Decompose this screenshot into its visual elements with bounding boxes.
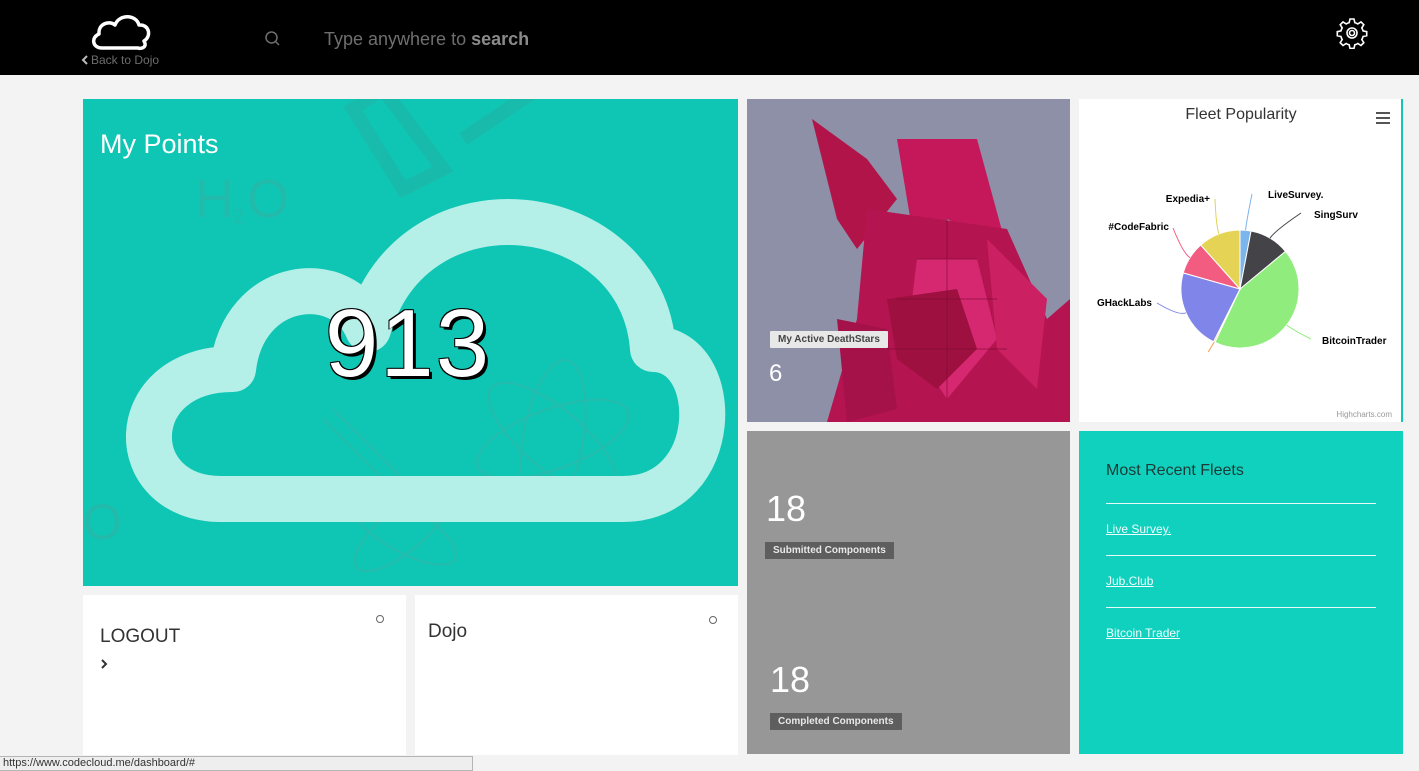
recent-fleets-title: Most Recent Fleets — [1106, 462, 1244, 479]
pie-label: BitcoinTrader — [1322, 336, 1387, 347]
pie-connector — [1207, 341, 1215, 353]
origami-robot-illustration — [812, 119, 1070, 422]
points-value: 913 — [324, 290, 492, 397]
pie-connector — [1172, 227, 1191, 259]
deathstars-count: 6 — [769, 360, 783, 387]
submitted-components-label: Submitted Components — [765, 542, 894, 559]
svg-text:2: 2 — [233, 206, 244, 228]
pie-label: #CodeFabric — [1108, 222, 1169, 233]
chevron-right-icon — [101, 659, 108, 669]
pie-chart: LiveSurvey. SingSurv BitcoinTrader GHackLab… — [1097, 190, 1387, 353]
back-link-label: Back to Dojo — [91, 53, 160, 67]
chart-menu-icon[interactable] — [1376, 112, 1390, 124]
chart-title: Fleet Popularity — [1185, 106, 1297, 123]
chart-credit[interactable]: Highcharts.com — [1336, 410, 1392, 419]
fleet-link[interactable]: Jub.Club — [1106, 574, 1153, 588]
pie-connector — [1156, 302, 1187, 314]
back-to-dojo-link[interactable]: Back to Dojo — [81, 53, 159, 67]
submitted-components-count: 18 — [766, 488, 807, 529]
cloud-logo-icon[interactable] — [88, 12, 154, 52]
fleet-link[interactable]: Bitcoin Trader — [1106, 626, 1180, 640]
top-navigation-bar: Back to Dojo Type anywhere to search — [0, 0, 1419, 75]
pie-label: SingSurv — [1314, 210, 1358, 221]
divider — [1106, 607, 1376, 608]
completed-components-count: 18 — [770, 659, 811, 700]
logout-tile[interactable]: LOGOUT — [83, 595, 406, 755]
completed-components-label: Completed Components — [770, 713, 902, 730]
divider — [1106, 555, 1376, 556]
svg-text:H: H — [195, 169, 234, 229]
pie-label: GHackLabs — [1097, 298, 1152, 309]
pie-connector — [1214, 198, 1220, 235]
pie-connector — [1269, 212, 1302, 239]
pie-label: Expedia+ — [1166, 194, 1210, 205]
deathstars-label: My Active DeathStars — [770, 331, 888, 348]
svg-text:O: O — [83, 494, 122, 550]
divider — [1106, 503, 1376, 504]
pie-label: LiveSurvey. — [1268, 190, 1324, 201]
active-deathstars-tile[interactable]: My Active DeathStars 6 — [747, 99, 1070, 422]
dojo-tile[interactable]: Dojo — [415, 595, 738, 755]
components-tile[interactable]: 18 Submitted Components 18 Completed Com… — [747, 431, 1070, 754]
fleet-popularity-chart: LiveSurvey. SingSurv BitcoinTrader GHackLab… — [1079, 99, 1403, 422]
search-icon — [265, 30, 280, 46]
chevron-left-icon — [81, 55, 88, 65]
logout-label: LOGOUT — [100, 626, 181, 647]
my-points-title: My Points — [100, 129, 219, 159]
fleet-link[interactable]: Live Survey. — [1106, 522, 1171, 536]
my-points-tile[interactable]: H 2 O O My Points 913 — [83, 99, 738, 586]
dojo-label: Dojo — [428, 621, 468, 642]
search-input[interactable] — [294, 28, 754, 49]
status-dot-icon — [709, 616, 717, 624]
gear-icon[interactable] — [1336, 17, 1368, 49]
status-dot-icon — [376, 615, 384, 623]
most-recent-fleets-tile: Most Recent Fleets Live Survey. Jub.Club… — [1079, 431, 1403, 754]
pie-connector — [1286, 324, 1312, 340]
pie-connector — [1245, 193, 1253, 231]
svg-text:O: O — [247, 169, 289, 229]
browser-status-url: https://www.codecloud.me/dashboard/# — [0, 756, 473, 771]
search-bar[interactable]: Type anywhere to search — [264, 28, 754, 49]
